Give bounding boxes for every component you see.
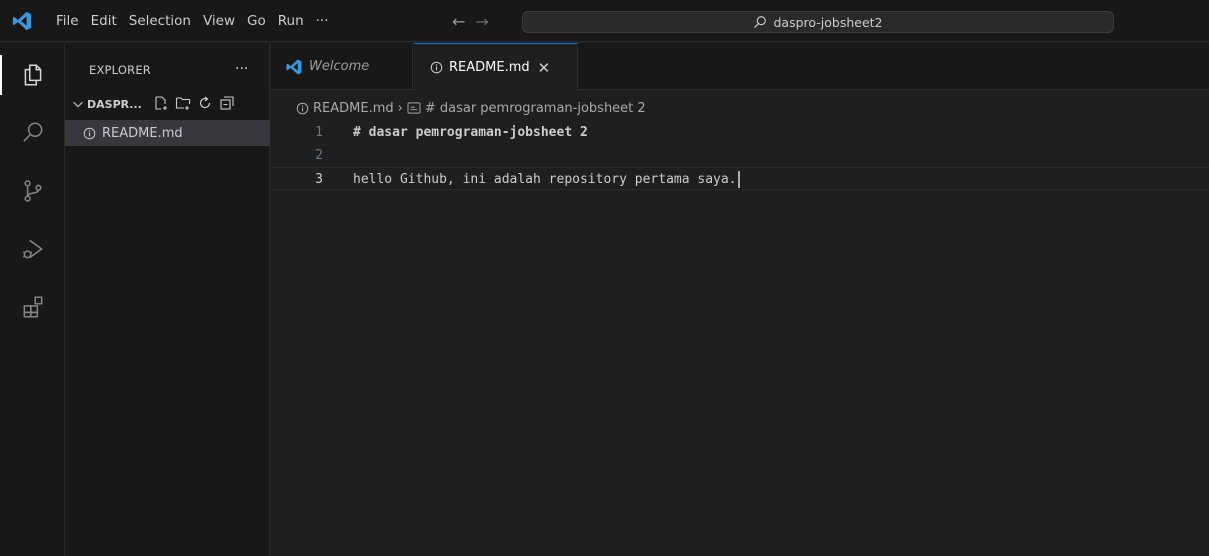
command-center-search[interactable]: daspro-jobsheet2 — [522, 11, 1114, 33]
breadcrumb-file[interactable]: README.md — [313, 101, 394, 116]
explorer-title: EXPLORER — [89, 63, 151, 77]
editor-line: 1 # dasar pemrograman-jobsheet 2 — [271, 121, 1209, 144]
tab-welcome[interactable]: Welcome — [271, 43, 413, 90]
source-control-icon — [23, 180, 42, 202]
menu-bar: File Edit Selection View Go Run ··· — [50, 0, 335, 42]
menu-go[interactable]: Go — [241, 0, 272, 42]
chevron-down-icon — [73, 101, 83, 108]
line-text: # dasar pemrograman-jobsheet 2 — [353, 125, 588, 140]
collapse-all-icon[interactable] — [219, 95, 235, 111]
search-icon — [22, 122, 42, 142]
back-arrow-icon[interactable]: ← — [452, 12, 465, 31]
tab-readme[interactable]: README.md ✕ — [414, 43, 578, 91]
workspace-folder-name: DASPR... — [87, 97, 142, 111]
explorer-more-button[interactable]: ··· — [235, 61, 248, 77]
menu-file[interactable]: File — [50, 0, 85, 42]
search-icon — [754, 16, 767, 28]
code-editor[interactable]: 1 # dasar pemrograman-jobsheet 2 2 3 hel… — [271, 120, 1209, 556]
activity-bar — [0, 43, 65, 556]
refresh-icon[interactable] — [197, 95, 213, 111]
menu-more[interactable]: ··· — [310, 0, 335, 42]
forward-arrow-icon[interactable]: → — [475, 12, 488, 31]
line-text-current: hello Github, ini adalah repository pert… — [353, 168, 740, 191]
breadcrumb: README.md › # dasar pemrograman-jobsheet… — [296, 97, 646, 119]
new-file-icon[interactable] — [153, 95, 169, 111]
menu-view[interactable]: View — [197, 0, 241, 42]
symbol-string-icon — [407, 102, 421, 114]
editor-line-current: 3 hello Github, ini adalah repository pe… — [271, 167, 1209, 190]
explorer-actions — [153, 95, 235, 111]
text-cursor — [737, 171, 740, 188]
file-item-label: README.md — [102, 125, 183, 141]
title-bar: File Edit Selection View Go Run ··· ← → … — [0, 0, 1209, 42]
menu-selection[interactable]: Selection — [123, 0, 197, 42]
extensions-icon — [23, 296, 42, 318]
info-icon — [430, 61, 443, 74]
activity-run-debug[interactable] — [0, 221, 65, 277]
info-icon — [296, 102, 309, 114]
breadcrumb-symbol[interactable]: # dasar pemrograman-jobsheet 2 — [425, 101, 646, 116]
workspace-folder[interactable]: DASPR... — [65, 93, 270, 115]
explorer-icon — [24, 64, 41, 86]
activity-extensions[interactable] — [0, 279, 65, 335]
activity-search[interactable] — [0, 105, 65, 161]
new-folder-icon[interactable] — [175, 95, 191, 111]
run-debug-icon — [22, 239, 43, 259]
editor-tabs: Welcome README.md ✕ — [271, 43, 1209, 91]
menu-edit[interactable]: Edit — [85, 0, 123, 42]
vscode-logo-icon — [12, 11, 32, 31]
explorer-sidebar: EXPLORER ··· DASPR... README.md — [65, 43, 270, 556]
menu-run[interactable]: Run — [272, 0, 310, 42]
line-number: 1 — [315, 125, 323, 140]
activity-source-control[interactable] — [0, 163, 65, 219]
file-item-readme[interactable]: README.md — [65, 120, 270, 146]
activity-explorer[interactable] — [0, 47, 65, 103]
vscode-logo-icon — [286, 59, 302, 74]
tab-welcome-label: Welcome — [309, 59, 370, 74]
line-number: 3 — [315, 172, 323, 187]
search-text: daspro-jobsheet2 — [773, 14, 883, 30]
info-icon — [83, 127, 96, 139]
line-text: hello Github, ini adalah repository pert… — [353, 172, 737, 187]
breadcrumb-separator: › — [397, 100, 403, 116]
tab-readme-label: README.md — [449, 60, 530, 75]
editor-line: 2 — [271, 144, 1209, 167]
navigation-arrows: ← → — [452, 0, 489, 42]
line-number: 2 — [315, 148, 323, 163]
close-icon[interactable]: ✕ — [538, 59, 551, 77]
